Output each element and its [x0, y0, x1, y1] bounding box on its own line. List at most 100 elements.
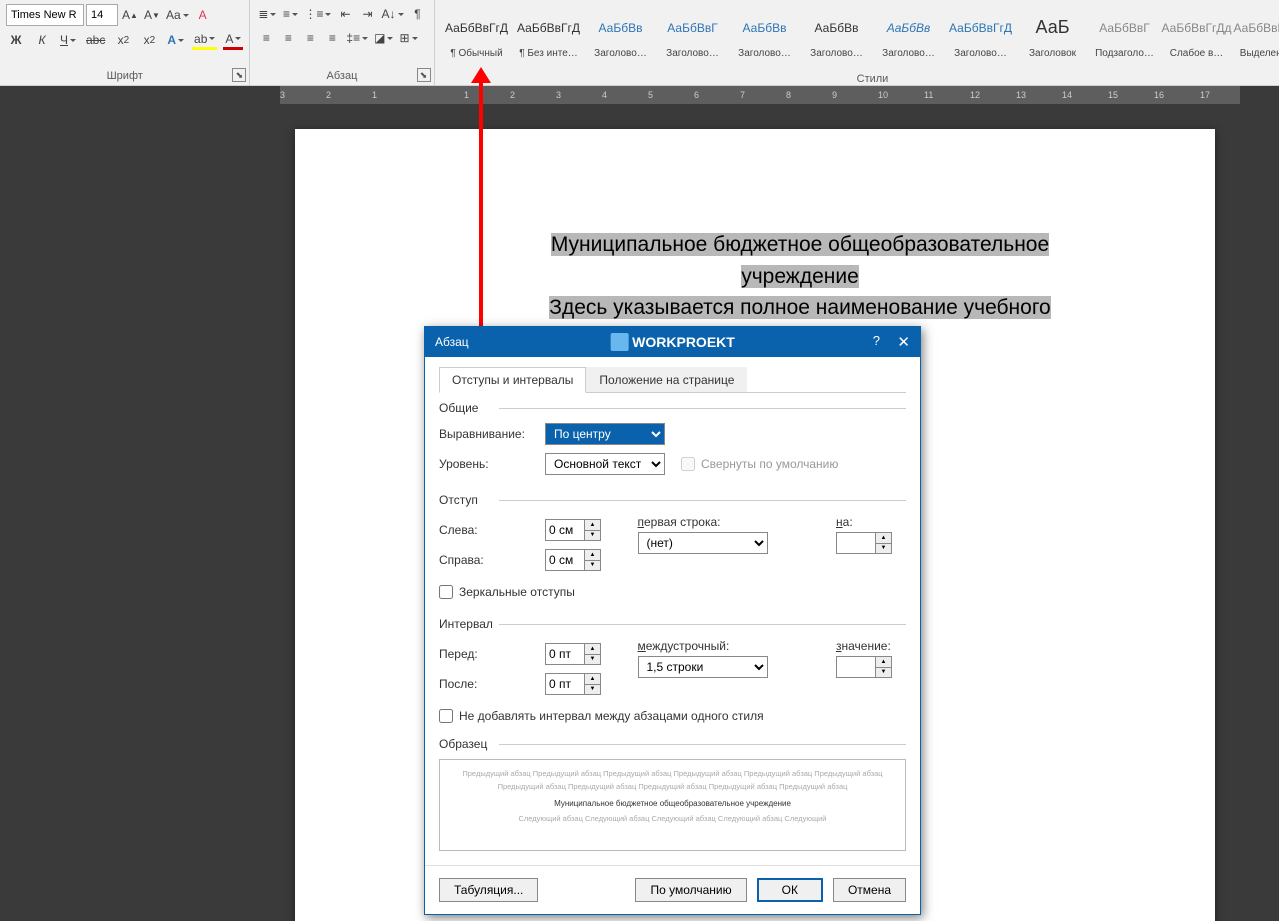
default-button[interactable]: По умолчанию	[635, 878, 746, 902]
style-item[interactable]: АаБбВвЗаголово…	[585, 4, 657, 62]
align-left-icon[interactable]: ≡	[256, 28, 276, 48]
style-preview: АаБбВв	[743, 7, 787, 48]
numbering-icon[interactable]: ≡	[280, 4, 300, 24]
style-label: Заголово…	[588, 48, 654, 59]
line-spacing-icon[interactable]: ‡≡	[344, 28, 370, 48]
paragraph-launcher-icon[interactable]: ⬊	[417, 68, 431, 82]
horizontal-ruler[interactable]: 3211234567891011121314151617	[280, 86, 1240, 104]
close-icon[interactable]: ✕	[897, 333, 910, 351]
style-preview: АаБ	[1035, 7, 1069, 48]
style-item[interactable]: АаБЗаголовок	[1017, 4, 1089, 62]
ribbon-group-paragraph: ≣ ≡ ⋮≡ ⇤ ⇥ A↓ ¶ ≡ ≡ ≡ ≡ ‡≡ ◪ ⊞ Абзац ⬊	[250, 0, 434, 85]
ruler-tick: 14	[1062, 86, 1072, 104]
style-item[interactable]: АаБбВвГгД¶ Обычный	[441, 4, 513, 62]
indent-right-label: Справа:	[439, 553, 535, 567]
style-item[interactable]: АаБбВвГПодзаголо…	[1089, 4, 1161, 62]
multilevel-icon[interactable]: ⋮≡	[302, 4, 333, 24]
strike-button[interactable]: abc	[84, 30, 107, 50]
borders-icon[interactable]: ⊞	[397, 28, 419, 48]
shrink-font-icon[interactable]: A▼	[142, 5, 162, 25]
style-label: Заголово…	[804, 48, 870, 59]
tabs-button[interactable]: Табуляция...	[439, 878, 538, 902]
ruler-tick: 7	[740, 86, 745, 104]
doc-line-1: Муниципальное бюджетное общеобразователь…	[551, 233, 1049, 288]
justify-icon[interactable]: ≡	[322, 28, 342, 48]
indent-left-spinner[interactable]: ▲▼	[545, 519, 601, 541]
style-preview: АаБбВвГ	[1099, 7, 1149, 48]
style-preview: АаБбВвГгДд	[1162, 7, 1232, 48]
subscript-button[interactable]: x2	[113, 30, 133, 50]
space-after-label: После:	[439, 677, 535, 691]
tab-indents[interactable]: Отступы и интервалы	[439, 367, 586, 393]
bold-button[interactable]: Ж	[6, 30, 26, 50]
shading-icon[interactable]: ◪	[372, 28, 395, 48]
decrease-indent-icon[interactable]: ⇤	[335, 4, 355, 24]
sort-icon[interactable]: A↓	[379, 4, 405, 24]
style-item[interactable]: АаБбВвГЗаголово…	[657, 4, 729, 62]
line-spacing-combo[interactable]: 1,5 строки	[638, 656, 768, 678]
align-right-icon[interactable]: ≡	[300, 28, 320, 48]
style-gallery: АаБбВвГгД¶ ОбычныйАаБбВвГгД¶ Без инте…Аа…	[441, 4, 1279, 66]
first-line-by-spinner[interactable]: ▲▼	[836, 532, 892, 554]
style-label: Слабое в…	[1164, 48, 1230, 59]
font-color-icon[interactable]: A	[223, 30, 243, 50]
clear-formatting-icon[interactable]: A	[193, 5, 213, 25]
style-item[interactable]: АаБбВвГгДдСлабое в…	[1161, 4, 1233, 62]
show-marks-icon[interactable]: ¶	[408, 4, 428, 24]
font-size-input[interactable]	[86, 4, 118, 26]
dialog-tabs: Отступы и интервалы Положение на страниц…	[439, 367, 906, 393]
italic-button[interactable]: К	[32, 30, 52, 50]
no-spacing-checkbox[interactable]	[439, 709, 453, 723]
dialog-titlebar[interactable]: Абзац WORKPROEKT ? ✕	[425, 327, 920, 357]
style-item[interactable]: АаБбВвЗаголово…	[729, 4, 801, 62]
space-before-spinner[interactable]: ▲▼	[545, 643, 601, 665]
change-case-icon[interactable]: Aa	[164, 5, 191, 25]
ruler-tick: 8	[786, 86, 791, 104]
style-preview: АаБбВвГгД	[445, 7, 508, 48]
ruler-tick: 10	[878, 86, 888, 104]
ruler-tick: 15	[1108, 86, 1118, 104]
style-label: Заголовок	[1020, 48, 1086, 59]
tab-position[interactable]: Положение на странице	[586, 367, 747, 392]
style-item[interactable]: АаБбВвГгДдВыделени…	[1233, 4, 1279, 62]
superscript-button[interactable]: x2	[139, 30, 159, 50]
bullets-icon[interactable]: ≣	[256, 4, 278, 24]
alignment-label: Выравнивание:	[439, 427, 535, 441]
section-indent: Отступ	[439, 493, 906, 507]
style-item[interactable]: АаБбВвЗаголово…	[801, 4, 873, 62]
spacing-value-spinner[interactable]: ▲▼	[836, 656, 892, 678]
indent-right-spinner[interactable]: ▲▼	[545, 549, 601, 571]
level-combo[interactable]: Основной текст	[545, 453, 665, 475]
increase-indent-icon[interactable]: ⇥	[357, 4, 377, 24]
font-name-input[interactable]	[6, 4, 84, 26]
grow-font-icon[interactable]: A▲	[120, 5, 140, 25]
mirror-indents-checkbox[interactable]	[439, 585, 453, 599]
alignment-combo[interactable]: По центру	[545, 423, 665, 445]
first-line-combo[interactable]: (нет)	[638, 532, 768, 554]
watermark-icon	[610, 333, 628, 351]
ok-button[interactable]: ОК	[757, 878, 823, 902]
style-preview: АаБбВв	[599, 7, 643, 48]
annotation-arrow	[479, 80, 483, 345]
section-spacing: Интервал	[439, 617, 906, 631]
section-general: Общие	[439, 401, 906, 415]
style-item[interactable]: АаБбВвГгДЗаголово…	[945, 4, 1017, 62]
underline-button[interactable]: Ч	[58, 30, 78, 50]
ruler-tick: 5	[648, 86, 653, 104]
style-label: ¶ Без инте…	[516, 48, 582, 59]
styles-group-label: Стили	[435, 70, 1279, 88]
section-preview: Образец	[439, 737, 906, 751]
space-after-spinner[interactable]: ▲▼	[545, 673, 601, 695]
style-label: ¶ Обычный	[444, 48, 510, 59]
arrow-line	[479, 80, 483, 345]
cancel-button[interactable]: Отмена	[833, 878, 906, 902]
level-label: Уровень:	[439, 457, 535, 471]
text-effects-icon[interactable]: A	[165, 30, 186, 50]
style-item[interactable]: АаБбВвГгД¶ Без инте…	[513, 4, 585, 62]
font-launcher-icon[interactable]: ⬊	[232, 68, 246, 82]
align-center-icon[interactable]: ≡	[278, 28, 298, 48]
help-icon[interactable]: ?	[873, 333, 880, 348]
style-label: Выделени…	[1236, 48, 1279, 59]
style-item[interactable]: АаБбВвЗаголово…	[873, 4, 945, 62]
highlight-icon[interactable]: ab	[192, 30, 217, 50]
